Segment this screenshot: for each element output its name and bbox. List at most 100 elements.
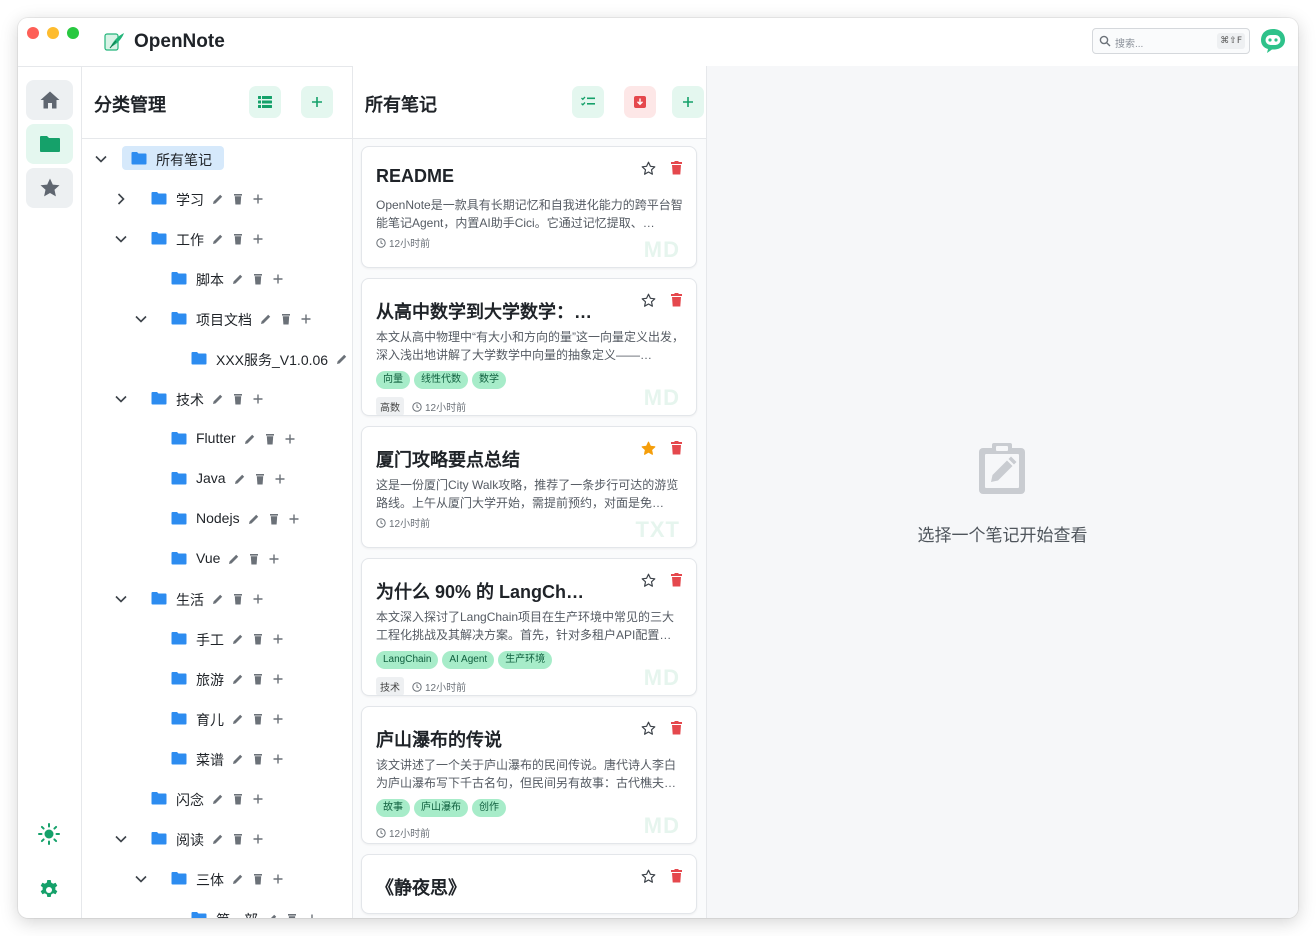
plus-icon[interactable]	[252, 193, 264, 205]
folders-button[interactable]	[26, 124, 73, 164]
tree-row[interactable]: 脚本	[82, 264, 352, 294]
category-list-view-button[interactable]	[249, 86, 281, 118]
trash-icon[interactable]	[252, 673, 264, 685]
star-outline-icon[interactable]	[641, 161, 656, 176]
trash-icon[interactable]	[280, 313, 292, 325]
plus-icon[interactable]	[288, 513, 300, 525]
trash-icon[interactable]	[232, 193, 244, 205]
plus-icon[interactable]	[252, 593, 264, 605]
tag-chip[interactable]: 生产环境	[498, 651, 553, 669]
search-box[interactable]: 搜索... ⌘⇧F	[1092, 28, 1250, 54]
chevron-down-icon[interactable]	[114, 832, 128, 846]
tree-row[interactable]: 菜谱	[82, 744, 352, 774]
edit-icon[interactable]	[212, 833, 224, 845]
plus-icon[interactable]	[272, 713, 284, 725]
chevron-down-icon[interactable]	[114, 232, 128, 246]
tag-chip[interactable]: 数学	[472, 371, 506, 389]
search-input[interactable]: 搜索...	[1115, 35, 1143, 50]
tree-row[interactable]: 旅游	[82, 664, 352, 694]
edit-icon[interactable]	[266, 913, 278, 918]
edit-icon[interactable]	[228, 553, 240, 565]
edit-icon[interactable]	[212, 793, 224, 805]
plus-icon[interactable]	[272, 873, 284, 885]
trash-icon[interactable]	[252, 873, 264, 885]
trash-icon[interactable]	[232, 833, 244, 845]
plus-icon[interactable]	[272, 753, 284, 765]
plus-icon[interactable]	[272, 673, 284, 685]
delete-icon[interactable]	[670, 721, 683, 735]
tag-chip[interactable]: 向量	[376, 371, 410, 389]
trash-icon[interactable]	[252, 633, 264, 645]
minimize-window-button[interactable]	[47, 27, 59, 39]
trash-icon[interactable]	[254, 473, 266, 485]
edit-icon[interactable]	[232, 633, 244, 645]
trash-icon[interactable]	[248, 553, 260, 565]
batch-select-button[interactable]	[572, 86, 604, 118]
tree-row[interactable]: 生活	[82, 584, 352, 614]
tag-chip[interactable]: LangChain	[376, 651, 439, 669]
edit-icon[interactable]	[248, 513, 260, 525]
star-outline-icon[interactable]	[641, 293, 656, 308]
trash-icon[interactable]	[232, 393, 244, 405]
chevron-down-icon[interactable]	[134, 312, 148, 326]
tree-row[interactable]: 育儿	[82, 704, 352, 734]
note-card[interactable]: 从高中数学到大学数学：… 本文从高中物理中“有大小和方向的量”这一向量定义出发，深…	[361, 278, 697, 416]
trash-icon[interactable]	[252, 273, 264, 285]
plus-icon[interactable]	[268, 553, 280, 565]
trash-icon[interactable]	[264, 433, 276, 445]
tree-row[interactable]: 所有笔记	[82, 144, 352, 174]
delete-icon[interactable]	[670, 441, 683, 455]
plus-icon[interactable]	[284, 433, 296, 445]
settings-gear-icon[interactable]	[37, 878, 61, 902]
trash-icon[interactable]	[232, 793, 244, 805]
plus-icon[interactable]	[272, 633, 284, 645]
favorites-button[interactable]	[26, 168, 73, 208]
tree-row[interactable]: Flutter	[82, 424, 352, 454]
tree-row[interactable]: XXX服务_V1.0.06	[82, 344, 352, 374]
chevron-down-icon[interactable]	[94, 152, 108, 166]
plus-icon[interactable]	[252, 233, 264, 245]
edit-icon[interactable]	[232, 713, 244, 725]
add-category-button[interactable]	[301, 86, 333, 118]
plus-icon[interactable]	[252, 793, 264, 805]
edit-icon[interactable]	[260, 313, 272, 325]
tree-row[interactable]: 阅读	[82, 824, 352, 854]
tag-chip[interactable]: 故事	[376, 799, 410, 817]
tree-row[interactable]: 第一部	[82, 904, 352, 918]
theme-toggle-icon[interactable]	[37, 822, 61, 846]
tag-chip[interactable]: AI Agent	[442, 651, 495, 669]
star-outline-icon[interactable]	[641, 721, 656, 736]
delete-icon[interactable]	[670, 293, 683, 307]
chevron-right-icon[interactable]	[114, 192, 128, 206]
tag-chip[interactable]: 庐山瀑布	[414, 799, 468, 817]
plus-icon[interactable]	[306, 913, 318, 918]
star-outline-icon[interactable]	[641, 573, 656, 588]
edit-icon[interactable]	[232, 273, 244, 285]
delete-icon[interactable]	[670, 573, 683, 587]
ai-assistant-icon[interactable]	[1258, 26, 1288, 56]
note-card[interactable]: README OpenNote是一款具有长期记忆和自我进化能力的跨平台智能笔记Ag…	[361, 146, 697, 268]
tree-row[interactable]: 项目文档	[82, 304, 352, 334]
chevron-down-icon[interactable]	[114, 592, 128, 606]
home-button[interactable]	[26, 80, 73, 120]
trash-icon[interactable]	[252, 753, 264, 765]
star-filled-icon[interactable]	[641, 441, 656, 456]
edit-icon[interactable]	[212, 393, 224, 405]
note-card[interactable]: 庐山瀑布的传说 该文讲述了一个关于庐山瀑布的民间传说。唐代诗人李白为庐山瀑布写下千…	[361, 706, 697, 844]
tag-chip[interactable]: 线性代数	[414, 371, 468, 389]
maximize-window-button[interactable]	[67, 27, 79, 39]
note-card[interactable]: 厦门攻略要点总结 这是一份厦门City Walk攻略，推荐了一条步行可达的游览路线…	[361, 426, 697, 548]
plus-icon[interactable]	[272, 273, 284, 285]
delete-icon[interactable]	[670, 869, 683, 883]
chevron-down-icon[interactable]	[114, 392, 128, 406]
tree-row[interactable]: 闪念	[82, 784, 352, 814]
trash-icon[interactable]	[268, 513, 280, 525]
edit-icon[interactable]	[336, 353, 348, 365]
edit-icon[interactable]	[234, 473, 246, 485]
edit-icon[interactable]	[212, 593, 224, 605]
tree-row[interactable]: Nodejs	[82, 504, 352, 534]
trash-icon[interactable]	[232, 233, 244, 245]
tag-chip[interactable]: 创作	[472, 799, 506, 817]
trash-icon[interactable]	[286, 913, 298, 918]
plus-icon[interactable]	[300, 313, 312, 325]
